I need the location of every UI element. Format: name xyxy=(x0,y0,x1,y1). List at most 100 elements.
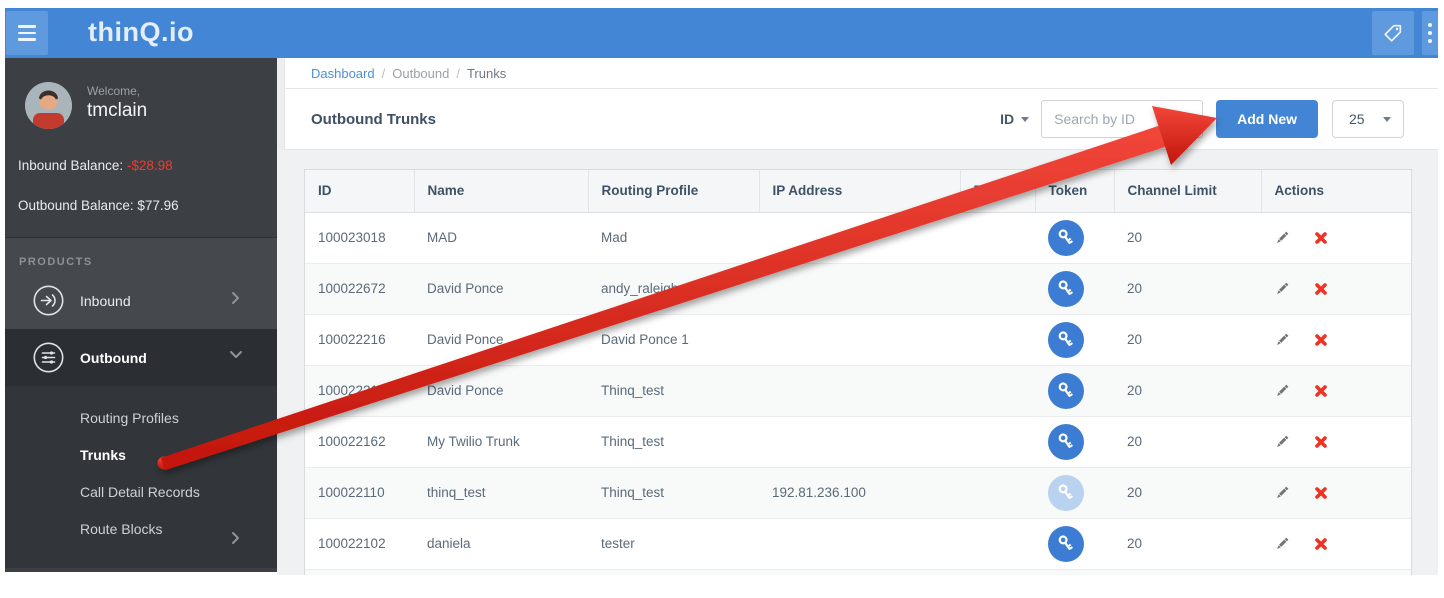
search-field-dropdown[interactable]: ID xyxy=(1000,111,1029,127)
kebab-menu-icon[interactable] xyxy=(1422,11,1438,55)
sidebar-subitem-call-detail-records[interactable]: Call Detail Records xyxy=(5,474,277,511)
routing-profile: Mad xyxy=(588,212,759,263)
ip-address xyxy=(759,416,960,467)
token-button[interactable] xyxy=(1048,220,1084,256)
column-header-actions: Actions xyxy=(1261,170,1411,212)
delete-x-icon xyxy=(1314,486,1328,500)
breadcrumb-separator: / xyxy=(382,66,386,81)
breadcrumb-item-dashboard[interactable]: Dashboard xyxy=(311,66,375,81)
key-icon xyxy=(1056,381,1076,401)
header-controls: ID Add New 25 xyxy=(1000,100,1404,138)
edit-button[interactable] xyxy=(1274,332,1290,348)
sidebar-item-inbound[interactable]: Inbound xyxy=(5,272,277,329)
edit-button[interactable] xyxy=(1274,485,1290,501)
outbound-submenu: Routing ProfilesTrunksCall Detail Record… xyxy=(5,386,277,568)
column-header-prefix: Prefix xyxy=(960,170,1035,212)
routing-profile: Thinq_test xyxy=(588,467,759,518)
pencil-icon xyxy=(1274,485,1290,501)
username: tmclain xyxy=(87,100,147,122)
prefix xyxy=(960,467,1035,518)
panel-header: Outbound Trunks ID Add New 25 xyxy=(284,89,1438,150)
sidebar-subitem-trunks[interactable]: Trunks xyxy=(5,437,277,474)
key-icon xyxy=(1056,330,1076,350)
delete-button[interactable] xyxy=(1314,537,1328,551)
edit-button[interactable] xyxy=(1274,434,1290,450)
outbound-balance: Outbound Balance: $77.96 xyxy=(18,198,179,213)
topbar-actions xyxy=(1372,11,1438,55)
routing-profile: tester xyxy=(588,518,759,569)
delete-x-icon xyxy=(1314,333,1328,347)
app-logo: thinQ.io xyxy=(88,8,194,58)
trunk-name: MAD xyxy=(414,212,588,263)
delete-button[interactable] xyxy=(1314,384,1328,398)
user-panel: Welcome, tmclain Inbound Balance: -$28.9… xyxy=(5,58,277,237)
channel-limit: 20 xyxy=(1114,365,1261,416)
ip-address xyxy=(759,314,960,365)
inbound-balance-value: -$28.98 xyxy=(127,158,173,173)
delete-button[interactable] xyxy=(1314,486,1328,500)
trunks-table: IDNameRouting ProfileIP AddressPrefixTok… xyxy=(305,170,1411,575)
trunk-id: 100022216 xyxy=(305,314,414,365)
ip-address xyxy=(759,263,960,314)
search-input[interactable] xyxy=(1041,100,1203,138)
trunk-name: David Ponce xyxy=(414,314,588,365)
products-nav: PRODUCTS InboundOutbound Routing Profile… xyxy=(5,237,277,568)
table-row: 100022216David PonceDavid Ponce 120 xyxy=(305,314,1411,365)
chevron-down-icon xyxy=(229,348,243,367)
channel-limit: 20 xyxy=(1114,212,1261,263)
token-button[interactable] xyxy=(1048,526,1084,562)
breadcrumb-item-outbound: Outbound xyxy=(392,66,449,81)
prefix xyxy=(960,416,1035,467)
routing-profile: andy_raleigh xyxy=(588,263,759,314)
delete-button[interactable] xyxy=(1314,435,1328,449)
inbound-balance: Inbound Balance: -$28.98 xyxy=(18,158,173,173)
column-header-id: ID xyxy=(305,170,414,212)
avatar[interactable] xyxy=(25,82,72,129)
column-header-ip-address: IP Address xyxy=(759,170,960,212)
token-button[interactable] xyxy=(1048,322,1084,358)
edit-button[interactable] xyxy=(1274,536,1290,552)
outbound-balance-value: $77.96 xyxy=(137,198,178,213)
tag-icon[interactable] xyxy=(1372,11,1414,55)
ip-address: 192.81.236.100 xyxy=(759,467,960,518)
hamburger-menu-icon[interactable] xyxy=(6,11,48,55)
caret-down-icon xyxy=(1383,117,1391,122)
caret-down-icon xyxy=(1021,117,1029,122)
app-window: thinQ.io Welcome, tmclain xyxy=(0,0,1444,598)
add-new-button[interactable]: Add New xyxy=(1216,100,1318,138)
key-icon xyxy=(1056,534,1076,554)
trunk-name: daniela xyxy=(414,518,588,569)
delete-button[interactable] xyxy=(1314,333,1328,347)
sidebar-item-label: Outbound xyxy=(80,350,147,366)
welcome-label: Welcome, xyxy=(87,84,140,98)
token-button[interactable] xyxy=(1048,424,1084,460)
channel-limit: 20 xyxy=(1114,467,1261,518)
edit-button[interactable] xyxy=(1274,383,1290,399)
sidebar-subitem-routing-profiles[interactable]: Routing Profiles xyxy=(5,400,277,437)
edit-button[interactable] xyxy=(1274,230,1290,246)
ip-address xyxy=(759,212,960,263)
edit-button[interactable] xyxy=(1274,281,1290,297)
ip-address xyxy=(759,365,960,416)
table-row: 100022212David PonceThinq_test20 xyxy=(305,365,1411,416)
channel-limit: 20 xyxy=(1114,263,1261,314)
trunk-name: thinq_test xyxy=(414,467,588,518)
trunk-id: 100022110 xyxy=(305,467,414,518)
chevron-right-icon xyxy=(229,522,243,559)
column-header-routing-profile: Routing Profile xyxy=(588,170,759,212)
page-size-select[interactable]: 25 xyxy=(1332,100,1404,138)
token-button[interactable] xyxy=(1048,475,1084,511)
token-button[interactable] xyxy=(1048,271,1084,307)
trunk-name xyxy=(414,569,588,575)
prefix xyxy=(960,212,1035,263)
token-button[interactable] xyxy=(1048,373,1084,409)
sidebar-item-outbound[interactable]: Outbound xyxy=(5,329,277,386)
key-icon xyxy=(1056,483,1076,503)
delete-button[interactable] xyxy=(1314,231,1328,245)
pencil-icon xyxy=(1274,230,1290,246)
delete-button[interactable] xyxy=(1314,282,1328,296)
chevron-right-icon xyxy=(229,291,243,310)
sidebar-subitem-route-blocks[interactable]: Route Blocks xyxy=(5,511,277,548)
column-header-name: Name xyxy=(414,170,588,212)
table-header-row: IDNameRouting ProfileIP AddressPrefixTok… xyxy=(305,170,1411,212)
